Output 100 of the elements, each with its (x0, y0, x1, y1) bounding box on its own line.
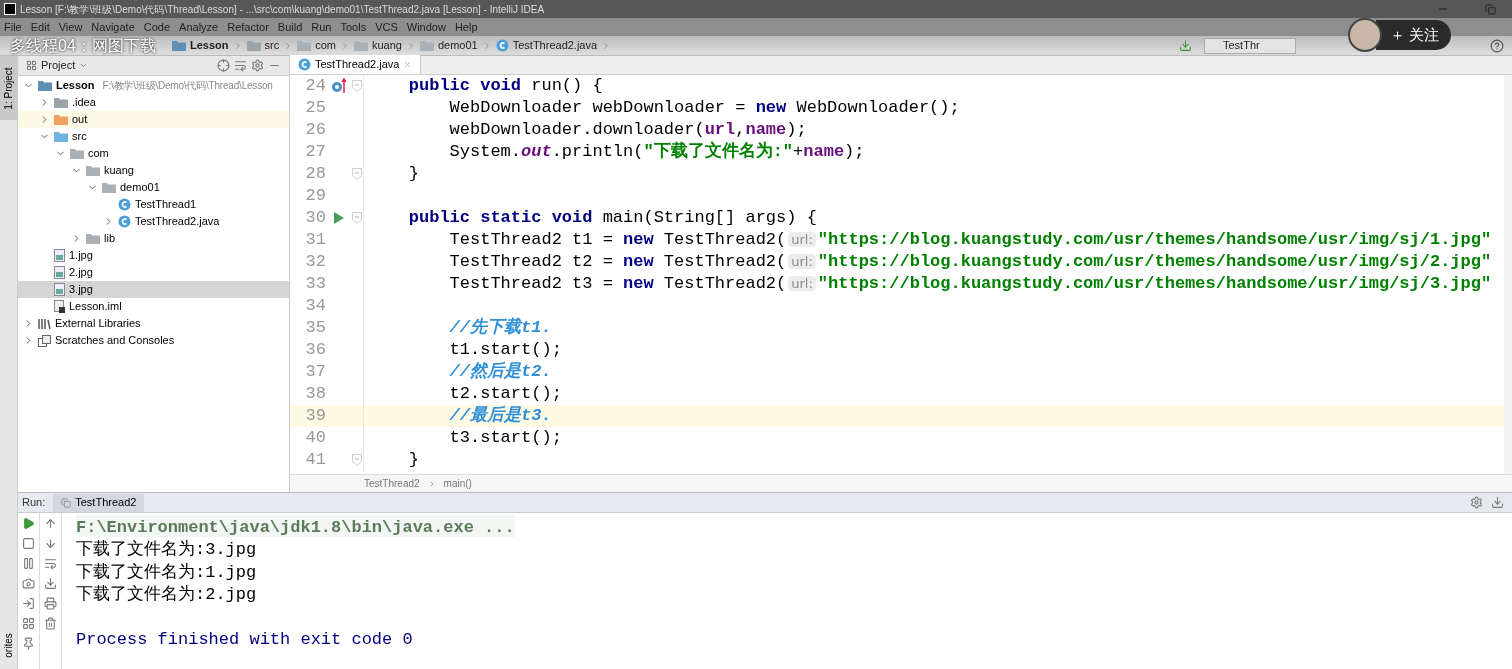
close-icon[interactable] (403, 60, 413, 69)
line-number: 32 (304, 251, 327, 274)
tree-item[interactable]: com (18, 145, 289, 162)
fold-marker-icon[interactable] (351, 80, 362, 92)
breadcrumb[interactable]: TestThread2 (364, 476, 420, 491)
code-line: t1.start(); (448, 339, 562, 361)
console-line: Process finished with exit code 0 (76, 628, 413, 650)
line-number: 36 (304, 339, 327, 362)
tree-item[interactable]: TestThread2.java (18, 213, 289, 230)
soft-wrap-icon[interactable] (44, 557, 57, 570)
editor-tab[interactable]: TestThread2.java (290, 55, 422, 74)
menu-item[interactable]: File (4, 18, 22, 36)
line-number: 26 (304, 119, 327, 142)
menu-item[interactable]: Analyze (179, 18, 219, 36)
pin-icon[interactable] (22, 637, 35, 650)
menu-item[interactable]: View (58, 18, 83, 36)
folder-icon (297, 40, 312, 51)
fold-marker-icon[interactable] (351, 168, 362, 180)
tree-item[interactable]: .idea (18, 94, 289, 111)
tree-item[interactable]: kuang (18, 162, 289, 179)
settings-icon[interactable] (251, 59, 264, 72)
rerun-icon[interactable] (22, 517, 35, 530)
folder-icon (54, 114, 68, 125)
nav-crumb[interactable]: Lesson (190, 37, 229, 54)
side-tab[interactable]: orites (1, 633, 16, 658)
folder-icon (86, 165, 100, 176)
tree-item[interactable]: demo01 (18, 179, 289, 196)
tree-item[interactable]: src (18, 128, 289, 145)
down-icon[interactable] (44, 537, 57, 550)
image-file-icon (54, 266, 65, 279)
clear-icon[interactable] (44, 617, 57, 630)
code-line: //最后是t3. (448, 404, 552, 428)
up-icon[interactable] (44, 517, 57, 530)
line-number: 39 (304, 405, 327, 428)
menu-item[interactable]: Build (277, 18, 303, 36)
tree-item[interactable]: 2.jpg (18, 264, 289, 281)
override-marker-icon[interactable] (331, 78, 347, 94)
settings-icon[interactable] (1470, 496, 1483, 509)
line-number: 25 (304, 97, 327, 120)
folder-icon (102, 182, 116, 193)
side-tab[interactable]: 1: Project (0, 56, 17, 120)
folder-icon (419, 40, 434, 51)
scratches-icon (38, 334, 51, 347)
menu-item[interactable]: Edit (30, 18, 50, 36)
line-number: 37 (304, 361, 327, 384)
line-number: 31 (304, 229, 327, 252)
line-number: 29 (304, 185, 327, 208)
breadcrumb[interactable]: main() (443, 476, 472, 491)
stop-icon[interactable] (22, 537, 35, 550)
nav-crumb[interactable]: demo01 (437, 37, 478, 54)
panel-title[interactable]: Project (41, 57, 76, 74)
menu-item[interactable]: Help (454, 18, 478, 36)
nav-crumb[interactable]: kuang (371, 37, 402, 54)
scroll-to-end-icon[interactable] (44, 577, 57, 590)
code-line: TestThread2 t1 = new TestThread2( url: "https://blog.kuangstudy.com/usr/themes/handsome/usr/img/sj/1.jpg" (448, 229, 1492, 252)
run-tab[interactable]: TestThread2 (53, 493, 145, 512)
run-icon[interactable] (333, 211, 345, 225)
nav-crumb[interactable]: TestThread2.java (512, 37, 598, 54)
tree-item[interactable]: lib (18, 230, 289, 247)
app-logo-icon (4, 3, 16, 15)
menu-item[interactable]: VCS (375, 18, 398, 36)
nav-crumb[interactable]: com (315, 37, 336, 54)
print-icon[interactable] (44, 597, 57, 610)
tree-item[interactable]: Scratches and Consoles (18, 332, 289, 349)
tree-item[interactable]: External Libraries (18, 315, 289, 332)
line-number: 38 (304, 383, 327, 406)
menu-item[interactable]: Refactor (227, 18, 269, 36)
nav-crumb[interactable]: src (264, 37, 280, 54)
pause-icon[interactable] (22, 557, 35, 570)
dropdown-icon[interactable] (79, 61, 89, 70)
line-number: 24 (304, 75, 327, 98)
locate-icon[interactable] (217, 59, 230, 72)
project-view-icon (26, 60, 37, 71)
tree-item[interactable]: Lesson.iml (18, 298, 289, 315)
tree-item[interactable]: out (18, 111, 289, 128)
fold-marker-icon[interactable] (351, 212, 362, 224)
exit-icon[interactable] (22, 597, 35, 610)
dump-threads-icon[interactable] (22, 577, 35, 590)
image-file-icon (54, 249, 65, 262)
help-icon[interactable] (1490, 38, 1504, 53)
menu-item[interactable]: Tools (340, 18, 367, 36)
folder-icon (70, 148, 84, 159)
scrollbar[interactable] (1504, 75, 1512, 474)
layout-icon[interactable] (22, 617, 35, 630)
follow-button[interactable]: ＋ 关注 (1376, 20, 1452, 50)
tree-item[interactable]: TestThread1 (18, 196, 289, 213)
tree-item[interactable]: 1.jpg (18, 247, 289, 264)
tree-item[interactable]: Lesson F:\教学\班级\Demo\代码\Thread\Lesson (18, 77, 289, 94)
restore-icon[interactable] (1485, 3, 1496, 15)
run-config-selector[interactable]: TestThr (1204, 37, 1296, 54)
fold-marker-icon[interactable] (351, 454, 362, 466)
menu-item[interactable]: Code (143, 18, 171, 36)
tree-item[interactable]: 3.jpg (18, 281, 289, 298)
line-number: 33 (304, 273, 327, 296)
libraries-icon (38, 317, 51, 330)
menu-item[interactable]: Navigate (91, 18, 135, 36)
path-hint: F:\教学\班级\Demo\代码\Thread\Lesson (102, 79, 273, 93)
menu-item[interactable]: Window (406, 18, 446, 36)
console-icon (61, 497, 72, 508)
menu-item[interactable]: Run (311, 18, 332, 36)
